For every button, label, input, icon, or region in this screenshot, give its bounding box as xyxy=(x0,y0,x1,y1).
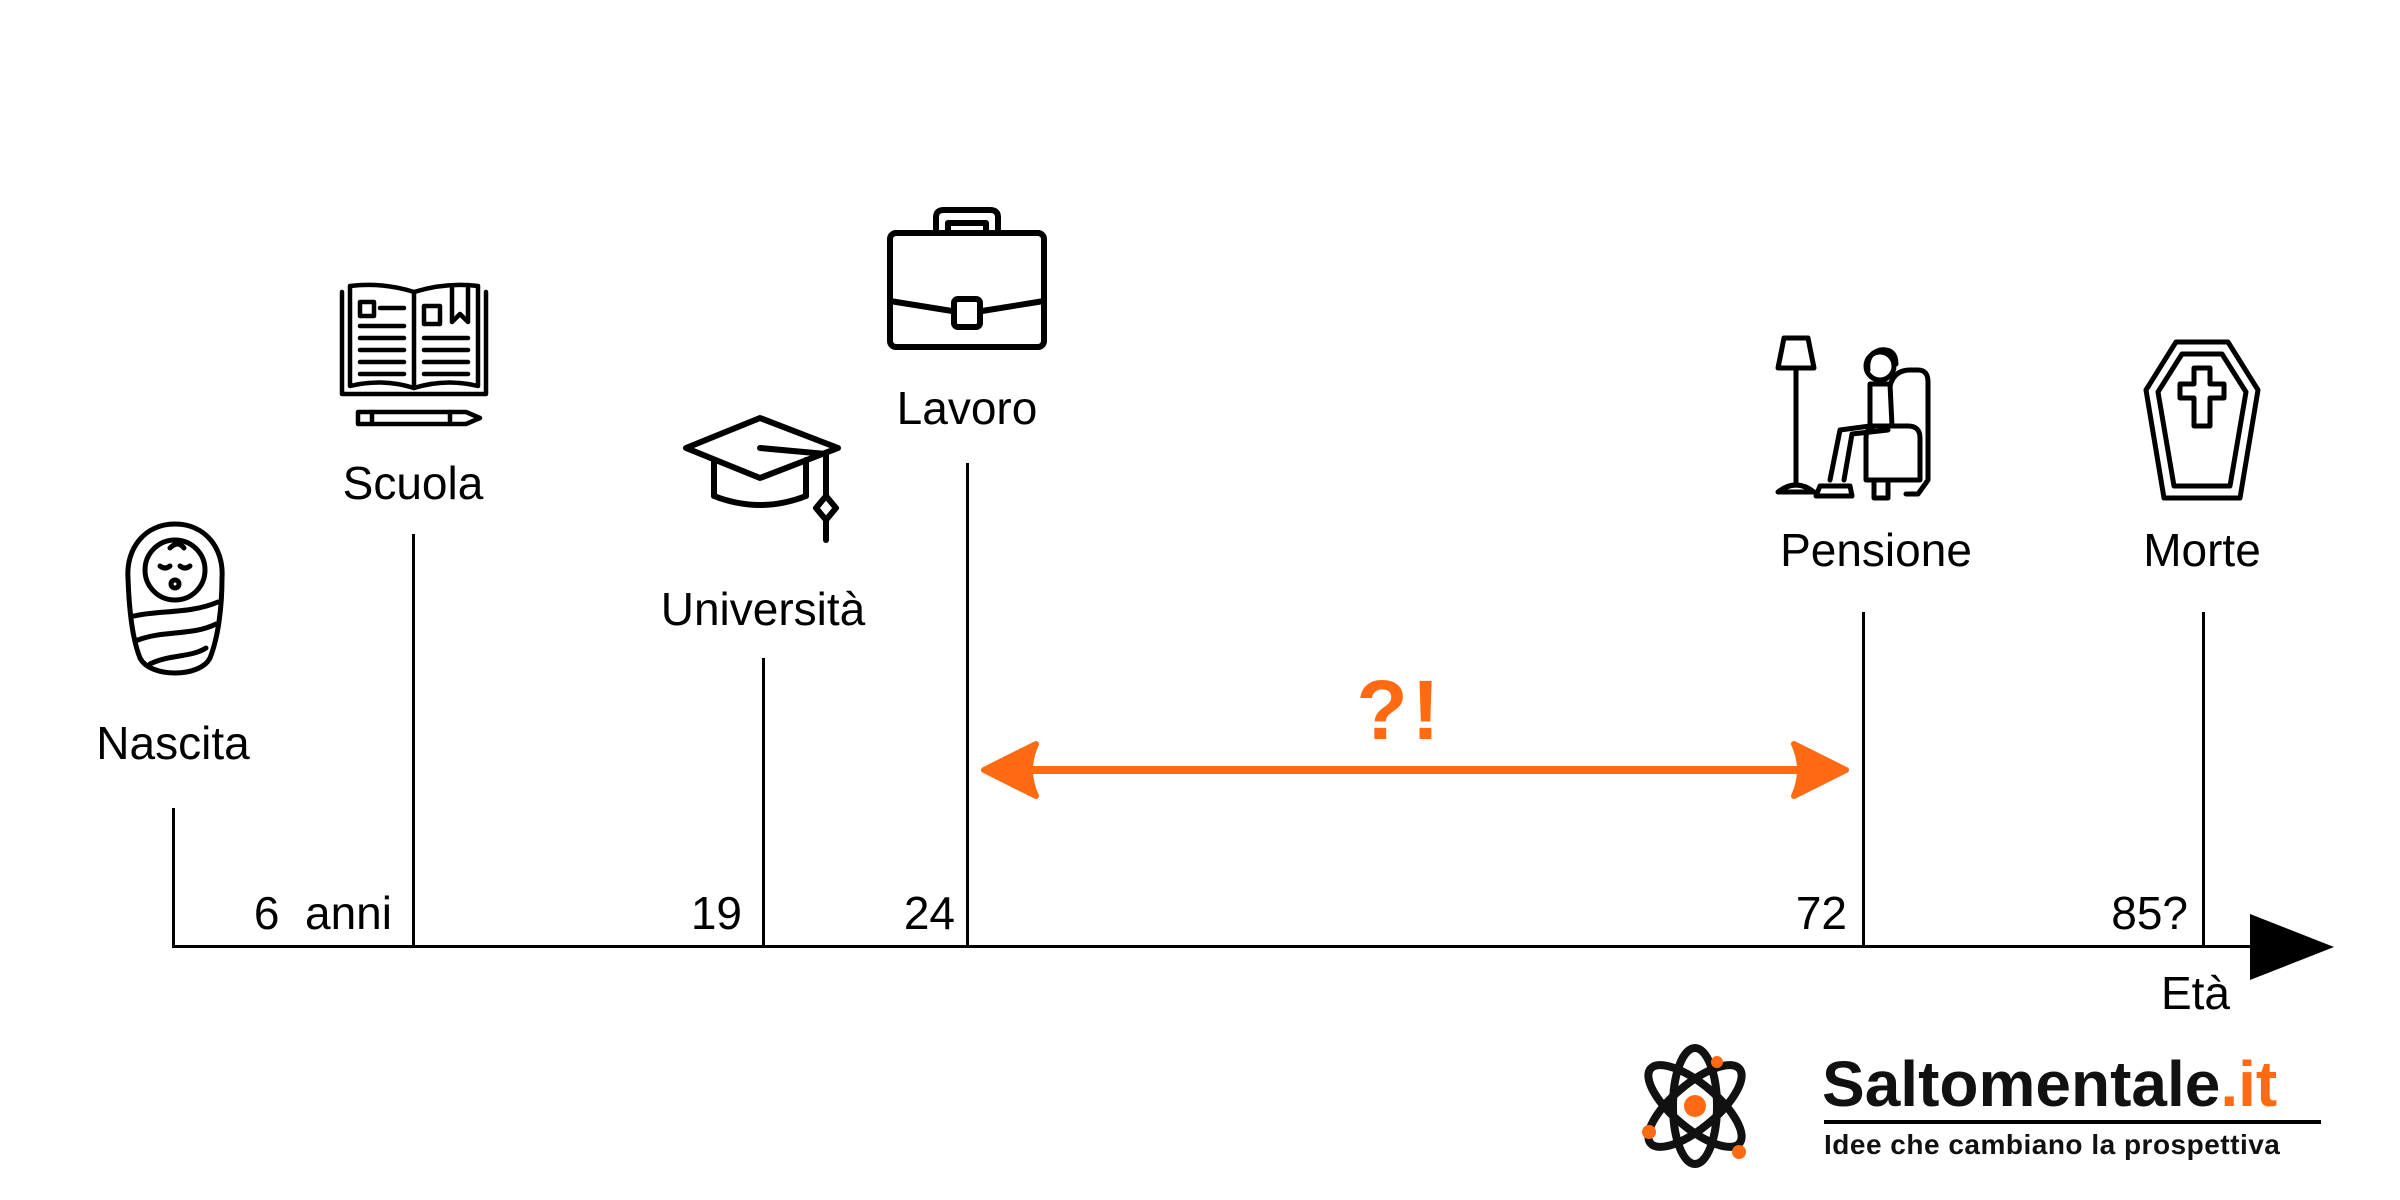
marker-line-nascita xyxy=(172,808,175,948)
coffin-icon xyxy=(2143,339,2261,501)
graduation-cap-icon xyxy=(683,415,841,543)
brand-underline xyxy=(1824,1120,2321,1124)
open-book-icon xyxy=(339,282,489,427)
marker-line-lavoro xyxy=(966,463,969,948)
marker-line-universita xyxy=(762,658,765,948)
age-label-pensione: 72 xyxy=(1795,887,1847,939)
swaddled-baby-icon xyxy=(125,521,225,676)
milestone-label-morte: Morte xyxy=(2143,524,2261,576)
milestone-label-universita: Università xyxy=(660,583,866,635)
age-label-scuola: 6 anni xyxy=(253,887,392,939)
milestone-label-pensione: Pensione xyxy=(1780,524,1972,576)
age-label-universita: 19 xyxy=(690,887,742,939)
brand-name: Saltomentale.it xyxy=(1822,1052,2277,1116)
axis-arrowhead-icon xyxy=(2250,914,2334,980)
brand-name-main: Saltomentale xyxy=(1822,1048,2221,1120)
axis-label: Età xyxy=(2160,967,2230,1019)
briefcase-icon xyxy=(887,207,1047,350)
marker-line-pensione xyxy=(1862,612,1865,948)
life-timeline-diagram: Età Nascita Scuola Università Lavoro Pen… xyxy=(0,0,2400,1200)
marker-line-morte xyxy=(2202,612,2205,948)
marker-line-scuola xyxy=(412,534,415,948)
double-arrow-icon xyxy=(981,741,1849,799)
age-label-morte: 85? xyxy=(2111,887,2188,939)
age-label-lavoro: 24 xyxy=(903,887,955,939)
atom-icon xyxy=(1642,1044,1746,1168)
timeline-axis xyxy=(172,945,2252,948)
brand-name-suffix: .it xyxy=(2220,1048,2278,1120)
armchair-retiree-icon xyxy=(1775,335,1931,501)
milestone-label-scuola: Scuola xyxy=(342,457,484,509)
milestone-label-lavoro: Lavoro xyxy=(896,382,1038,434)
milestone-label-nascita: Nascita xyxy=(96,717,250,769)
brand-tagline: Idee che cambiano la prospettiva xyxy=(1824,1129,2281,1160)
